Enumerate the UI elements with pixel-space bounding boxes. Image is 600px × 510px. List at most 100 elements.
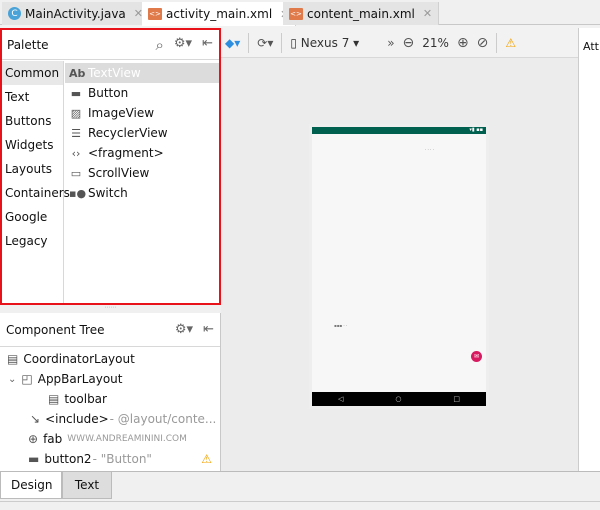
component-tree-panel: Component Tree ⚙▾ ⇤ ▤ CoordinatorLayout ⌄ ◰… xyxy=(0,313,221,471)
toolbar-icon: ▤ xyxy=(48,392,60,406)
back-icon: ◁ xyxy=(337,395,344,403)
orientation-icon[interactable]: ⟳▾ xyxy=(257,36,273,50)
collapse-icon[interactable]: ⇤ xyxy=(202,36,213,54)
tab-design[interactable]: Design xyxy=(0,472,62,499)
warning-icon[interactable]: ⚠ xyxy=(505,36,516,50)
palette-item-switch[interactable]: ▪● Switch xyxy=(65,183,219,203)
category-containers[interactable]: Containers xyxy=(2,181,70,205)
panel-splitter[interactable]: ⋯⋯ xyxy=(0,305,221,313)
bottom-tab-bar: Design Text xyxy=(0,471,600,501)
palette-title: Palette xyxy=(7,37,49,52)
tab-content-main[interactable]: <> content_main.xml ✕ xyxy=(283,2,440,25)
zoom-out-icon[interactable]: ⊖ xyxy=(403,35,415,51)
item-label: RecyclerView xyxy=(88,126,168,140)
tab-text[interactable]: Text xyxy=(62,472,112,499)
tree-row-toolbar[interactable]: ▤ toolbar xyxy=(0,389,220,409)
category-google[interactable]: Google xyxy=(2,205,63,229)
palette-item-textview[interactable]: Ab TextView xyxy=(65,63,219,83)
android-nav-bar: ◁ ○ □ xyxy=(312,392,486,406)
switch-icon: ▪● xyxy=(69,186,87,200)
row-detail: - @layout/conte... xyxy=(109,412,217,426)
palette-item-button[interactable]: ▬ Button xyxy=(65,83,219,103)
layers-icon[interactable]: ◆▾ xyxy=(225,36,240,50)
row-label: <include> xyxy=(45,412,109,426)
palette-items: Ab TextView ▬ Button ▨ ImageView ☰ RecyclerV… xyxy=(65,63,219,203)
category-layouts[interactable]: Layouts xyxy=(2,157,63,181)
tree-row-fab[interactable]: ⊕ fab WWW.ANDREAMININI.COM xyxy=(0,429,220,449)
status-bar xyxy=(0,501,600,510)
fab-mail-icon[interactable]: ✉ xyxy=(471,351,482,362)
palette-categories: Common Text Buttons Widgets Layouts Cont… xyxy=(2,61,70,303)
component-tree-title: Component Tree xyxy=(6,322,105,337)
xml-file-icon: <> xyxy=(148,8,162,20)
overflow-icon[interactable]: » xyxy=(387,36,394,50)
button-icon: ▬ xyxy=(28,452,40,466)
textview-icon: Ab xyxy=(69,66,86,80)
layout-icon: ▤ xyxy=(7,352,19,366)
image-icon: ▨ xyxy=(70,106,82,120)
palette-item-recyclerview[interactable]: ☰ RecyclerView xyxy=(65,123,219,143)
palette-item-fragment[interactable]: ‹› <fragment> xyxy=(65,143,219,163)
tree-row-include[interactable]: ↘ <include> - @layout/conte... xyxy=(0,409,220,429)
include-arrow-icon: ↘ xyxy=(30,412,41,426)
add-circle-icon: ⊕ xyxy=(28,432,39,446)
item-label: Button xyxy=(88,86,129,100)
list-icon: ☰ xyxy=(71,126,81,140)
tab-label: MainActivity.java xyxy=(25,6,126,21)
row-label: button2 xyxy=(44,452,92,466)
zoom-in-icon[interactable]: ⊕ xyxy=(457,35,469,51)
row-detail: WWW.ANDREAMININI.COM xyxy=(67,434,187,444)
zoom-level: 21% xyxy=(422,35,449,50)
attributes-title: Attributes xyxy=(583,40,600,53)
tab-mainactivity[interactable]: C MainActivity.java ✕ xyxy=(2,2,150,25)
home-icon: ○ xyxy=(395,395,402,403)
tab-activity-main[interactable]: <>activity_main.xml✕ xyxy=(142,2,297,26)
preview-button: ▪▪▪ · · xyxy=(334,323,348,328)
chevron-down-icon[interactable]: ⌄ xyxy=(8,374,16,385)
design-toolbar: ◆▾ ⟳▾ ▯ Nexus 7 ▾ » ⊖ 21% ⊕ ⊘ ⚠ xyxy=(221,28,578,58)
preview-text: · · · · xyxy=(425,147,434,152)
device-selector[interactable]: ▯ Nexus 7 ▾ xyxy=(290,36,359,50)
device-preview[interactable]: ▾▮ ▪▪ · · · · ▪▪▪ · · ✉ ◁ ○ □ xyxy=(309,124,489,409)
collapse-icon[interactable]: ⇤ xyxy=(203,322,214,337)
xml-file-icon: <> xyxy=(289,7,303,20)
item-label: Switch xyxy=(88,186,128,200)
recents-icon: □ xyxy=(453,395,460,403)
palette-header: Palette ⌕ ⚙▾ ⇤ xyxy=(2,30,219,60)
category-text[interactable]: Text xyxy=(2,85,63,109)
row-label: fab xyxy=(43,432,63,446)
row-detail: - "Button" xyxy=(92,452,152,466)
editor-tab-bar: CMainActivity.java✕ <> activity_main.xml ✕… xyxy=(0,0,600,26)
scroll-icon: ▭ xyxy=(70,166,82,180)
device-icon: ▯ xyxy=(290,35,297,50)
category-widgets[interactable]: Widgets xyxy=(2,133,63,157)
category-legacy[interactable]: Legacy xyxy=(2,229,63,253)
item-label: TextView xyxy=(88,66,141,80)
tree-row-appbarlayout[interactable]: ⌄ ◰ AppBarLayout xyxy=(0,369,220,389)
android-status-bar: ▾▮ ▪▪ xyxy=(312,127,486,134)
gear-icon[interactable]: ⚙▾ xyxy=(175,322,193,337)
category-buttons[interactable]: Buttons xyxy=(2,109,63,133)
zoom-fit-icon[interactable]: ⊘ xyxy=(477,35,489,51)
row-label: toolbar xyxy=(64,392,107,406)
appbar-icon: ◰ xyxy=(21,372,33,386)
tab-label: content_main.xml xyxy=(307,6,415,21)
category-common[interactable]: Common xyxy=(2,61,63,85)
tree-row-button2[interactable]: ▬ button2- "Button" ⚠ xyxy=(0,449,220,469)
device-label: Nexus 7 xyxy=(300,35,350,50)
item-label: <fragment> xyxy=(88,146,164,160)
tree-row-coordinatorlayout[interactable]: ▤ CoordinatorLayout xyxy=(0,349,220,369)
palette-panel: Palette ⌕ ⚙▾ ⇤ Common Text Buttons Widgets… xyxy=(0,28,221,305)
item-label: ScrollView xyxy=(88,166,150,180)
palette-item-imageview[interactable]: ▨ ImageView xyxy=(65,103,219,123)
tab-label: activity_main.xml xyxy=(166,7,273,21)
row-label: AppBarLayout xyxy=(37,372,123,386)
gear-icon[interactable]: ⚙▾ xyxy=(174,36,192,54)
row-label: CoordinatorLayout xyxy=(23,352,135,366)
close-icon[interactable]: ✕ xyxy=(423,7,432,20)
warning-icon[interactable]: ⚠ xyxy=(201,452,212,466)
search-icon[interactable]: ⌕ xyxy=(156,36,164,54)
palette-item-scrollview[interactable]: ▭ ScrollView xyxy=(65,163,219,183)
attributes-panel: Attributes xyxy=(578,28,600,471)
code-icon: ‹› xyxy=(71,146,81,160)
